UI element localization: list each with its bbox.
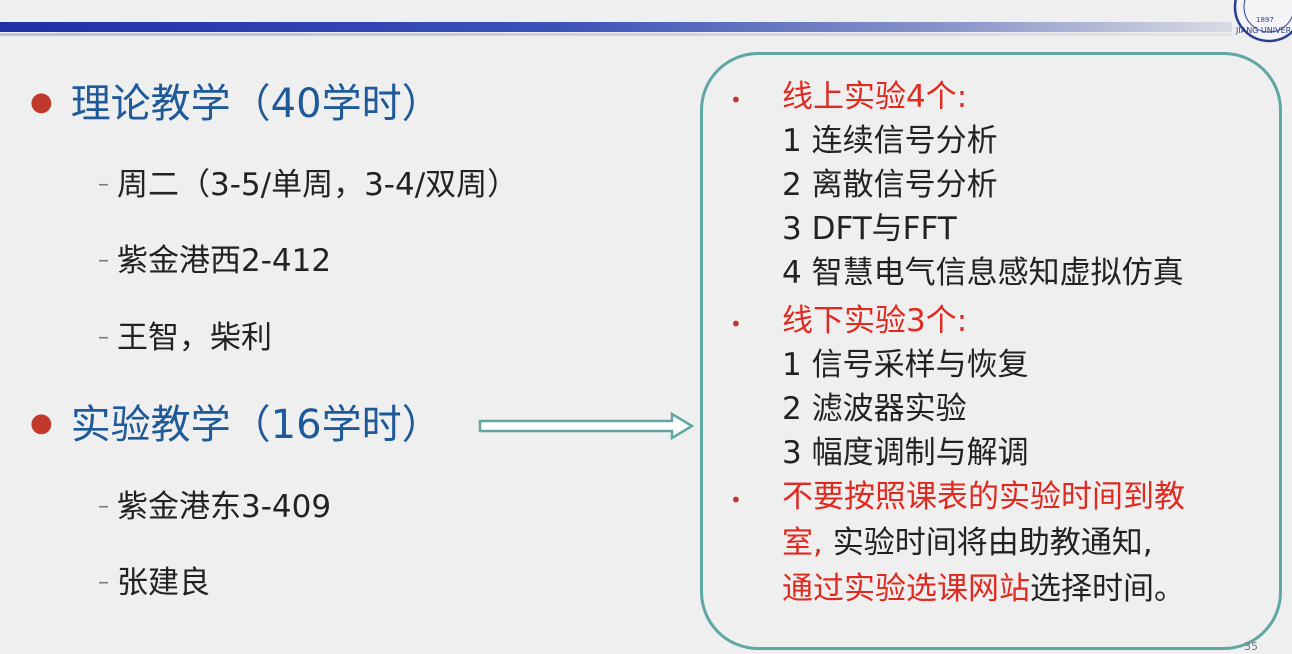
online-heading: 线上实验4个: xyxy=(782,79,968,115)
theory-item-teachers: – 王智，柴利 xyxy=(98,320,272,356)
note-line-1: 不要按照课表的实验时间到教 xyxy=(782,479,1185,515)
online-item: 3 DFT与FFT xyxy=(782,211,957,247)
double-arrow-icon xyxy=(478,412,695,440)
offline-item: 3 幅度调制与解调 xyxy=(782,435,1029,471)
svg-text:1897: 1897 xyxy=(1256,16,1274,24)
online-item: 4 智慧电气信息感知虚拟仿真 xyxy=(782,255,1184,291)
bullet-icon: • xyxy=(730,488,742,512)
university-seal-logo: 1897 JIANG UNIVER xyxy=(1233,0,1292,43)
bullet-icon: • xyxy=(730,312,742,336)
lab-title: 实验教学（16学时） xyxy=(70,402,442,448)
dash-icon: – xyxy=(98,172,109,197)
svg-text:JIANG UNIVER: JIANG UNIVER xyxy=(1235,26,1292,35)
online-item: 1 连续信号分析 xyxy=(782,123,998,159)
note-line-3: 通过实验选课网站选择时间。 xyxy=(782,571,1185,607)
lab-item-room: – 紫金港东3-409 xyxy=(98,489,332,525)
offline-item: 1 信号采样与恢复 xyxy=(782,347,1029,383)
bullet-icon: • xyxy=(730,88,742,112)
dash-icon: – xyxy=(98,570,109,595)
theory-title: 理论教学（40学时） xyxy=(70,81,442,127)
lab-heading: ● 实验教学（16学时） xyxy=(30,405,442,445)
dash-icon: – xyxy=(98,494,109,519)
lab-item-teacher: – 张建良 xyxy=(98,565,210,601)
page-number: 35 xyxy=(1244,640,1258,653)
note-line-2: 室, 实验时间将由助教通知, xyxy=(782,525,1153,561)
theory-heading: ● 理论教学（40学时） xyxy=(30,84,442,124)
bullet-icon: ● xyxy=(30,408,53,438)
title-bar-underline xyxy=(0,33,1232,36)
bullet-icon: ● xyxy=(30,87,53,117)
offline-item: 2 滤波器实验 xyxy=(782,391,967,427)
theory-item-schedule: – 周二（3-5/单周，3-4/双周） xyxy=(98,167,519,203)
theory-item-room: – 紫金港西2-412 xyxy=(98,243,332,279)
offline-heading: 线下实验3个: xyxy=(782,303,968,339)
title-bar xyxy=(0,22,1232,32)
dash-icon: – xyxy=(98,248,109,273)
dash-icon: – xyxy=(98,325,109,350)
online-item: 2 离散信号分析 xyxy=(782,167,998,203)
